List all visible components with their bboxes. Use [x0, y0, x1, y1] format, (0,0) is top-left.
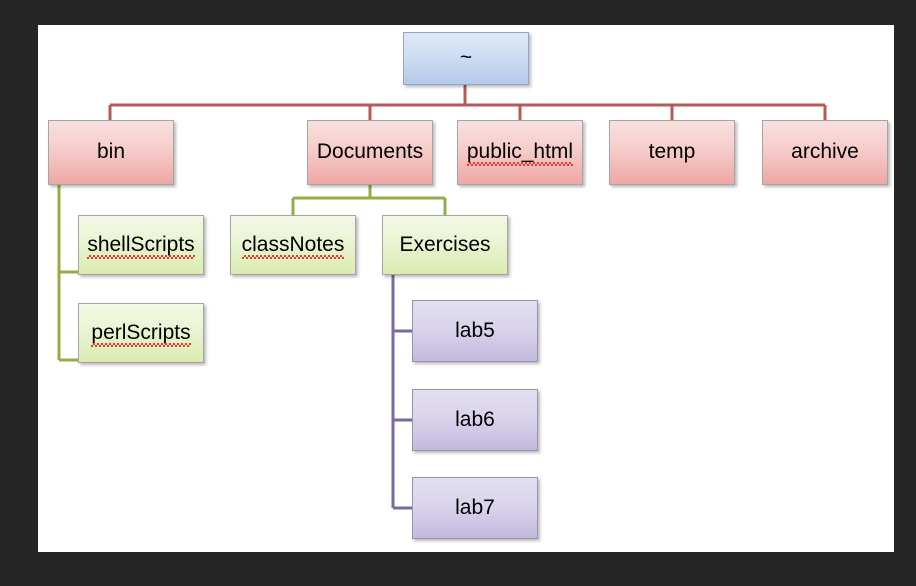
node-lab7[interactable]: lab7: [412, 477, 538, 539]
node-shellscripts[interactable]: shellScripts: [78, 215, 204, 275]
node-lab7-label: lab7: [455, 495, 495, 519]
node-lab6-label: lab6: [455, 407, 495, 431]
node-exercises[interactable]: Exercises: [382, 215, 508, 275]
node-lab6[interactable]: lab6: [412, 389, 538, 451]
node-perlscripts[interactable]: perlScripts: [78, 303, 204, 363]
node-public-html[interactable]: public_html: [457, 120, 583, 185]
node-shellscripts-label: shellScripts: [87, 232, 196, 259]
connectors-exercises-to-labs: [391, 275, 412, 510]
node-classnotes-label: classNotes: [241, 232, 345, 259]
node-classnotes[interactable]: classNotes: [230, 215, 356, 275]
diagram-canvas: ~ bin Documents public_html temp archive…: [38, 25, 894, 552]
connectors-root-to-level1: [108, 85, 827, 120]
node-public-html-label: public_html: [466, 140, 574, 166]
node-lab5[interactable]: lab5: [412, 300, 538, 362]
node-archive[interactable]: archive: [762, 120, 888, 185]
node-lab5-label: lab5: [455, 318, 495, 342]
node-documents[interactable]: Documents: [307, 120, 433, 185]
node-root-label: ~: [459, 46, 473, 69]
node-bin[interactable]: bin: [48, 120, 174, 185]
connector-layer: [57, 85, 827, 510]
node-documents-label: Documents: [316, 140, 424, 163]
node-exercises-label: Exercises: [399, 232, 491, 256]
node-bin-label: bin: [96, 140, 126, 163]
connectors-bin-to-scripts: [57, 185, 78, 362]
node-root[interactable]: ~: [403, 32, 529, 85]
connectors-documents-to-children: [291, 185, 447, 215]
node-perlscripts-label: perlScripts: [91, 320, 191, 347]
node-temp-label: temp: [648, 140, 696, 163]
node-temp[interactable]: temp: [609, 120, 735, 185]
node-archive-label: archive: [791, 140, 859, 163]
